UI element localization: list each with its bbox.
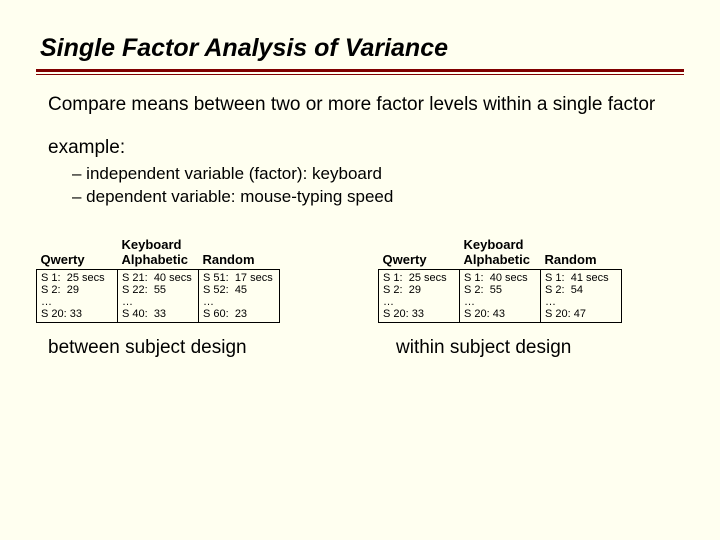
col-header-random: Random — [199, 235, 280, 270]
slide: Single Factor Analysis of Variance Compa… — [0, 0, 720, 359]
table-cell: S 1: 41 secs S 2: 54 … S 20: 47 — [541, 269, 622, 322]
title-rule-thick — [36, 69, 684, 72]
example-label: example: — [48, 137, 684, 159]
between-caption: between subject design — [48, 337, 342, 359]
title-rule-thin — [36, 74, 684, 75]
intro-text: Compare means between two or more factor… — [48, 93, 684, 117]
within-caption: within subject design — [396, 337, 684, 359]
page-title: Single Factor Analysis of Variance — [40, 34, 684, 63]
col-header-random: Random — [541, 235, 622, 270]
within-table: Qwerty KeyboardAlphabetic Random S 1: 25… — [378, 235, 622, 323]
within-block: Qwerty KeyboardAlphabetic Random S 1: 25… — [378, 235, 684, 359]
col-header-alphabetic: KeyboardAlphabetic — [460, 235, 541, 270]
col-header-qwerty: Qwerty — [37, 235, 118, 270]
table-cell: S 51: 17 secs S 52: 45 … S 60: 23 — [199, 269, 280, 322]
between-table: Qwerty KeyboardAlphabetic Random S 1: 25… — [36, 235, 280, 323]
bullet-list: – independent variable (factor): keyboar… — [72, 163, 684, 209]
col-header-qwerty: Qwerty — [379, 235, 460, 270]
table-cell: S 21: 40 secs S 22: 55 … S 40: 33 — [118, 269, 199, 322]
table-cell: S 1: 25 secs S 2: 29 … S 20: 33 — [379, 269, 460, 322]
bullet-item: – independent variable (factor): keyboar… — [72, 163, 684, 186]
table-cell: S 1: 25 secs S 2: 29 … S 20: 33 — [37, 269, 118, 322]
bullet-item: – dependent variable: mouse-typing speed — [72, 186, 684, 209]
col-header-alphabetic: KeyboardAlphabetic — [118, 235, 199, 270]
tables-row: Qwerty KeyboardAlphabetic Random S 1: 25… — [36, 235, 684, 359]
between-block: Qwerty KeyboardAlphabetic Random S 1: 25… — [36, 235, 342, 359]
table-cell: S 1: 40 secs S 2: 55 … S 20: 43 — [460, 269, 541, 322]
